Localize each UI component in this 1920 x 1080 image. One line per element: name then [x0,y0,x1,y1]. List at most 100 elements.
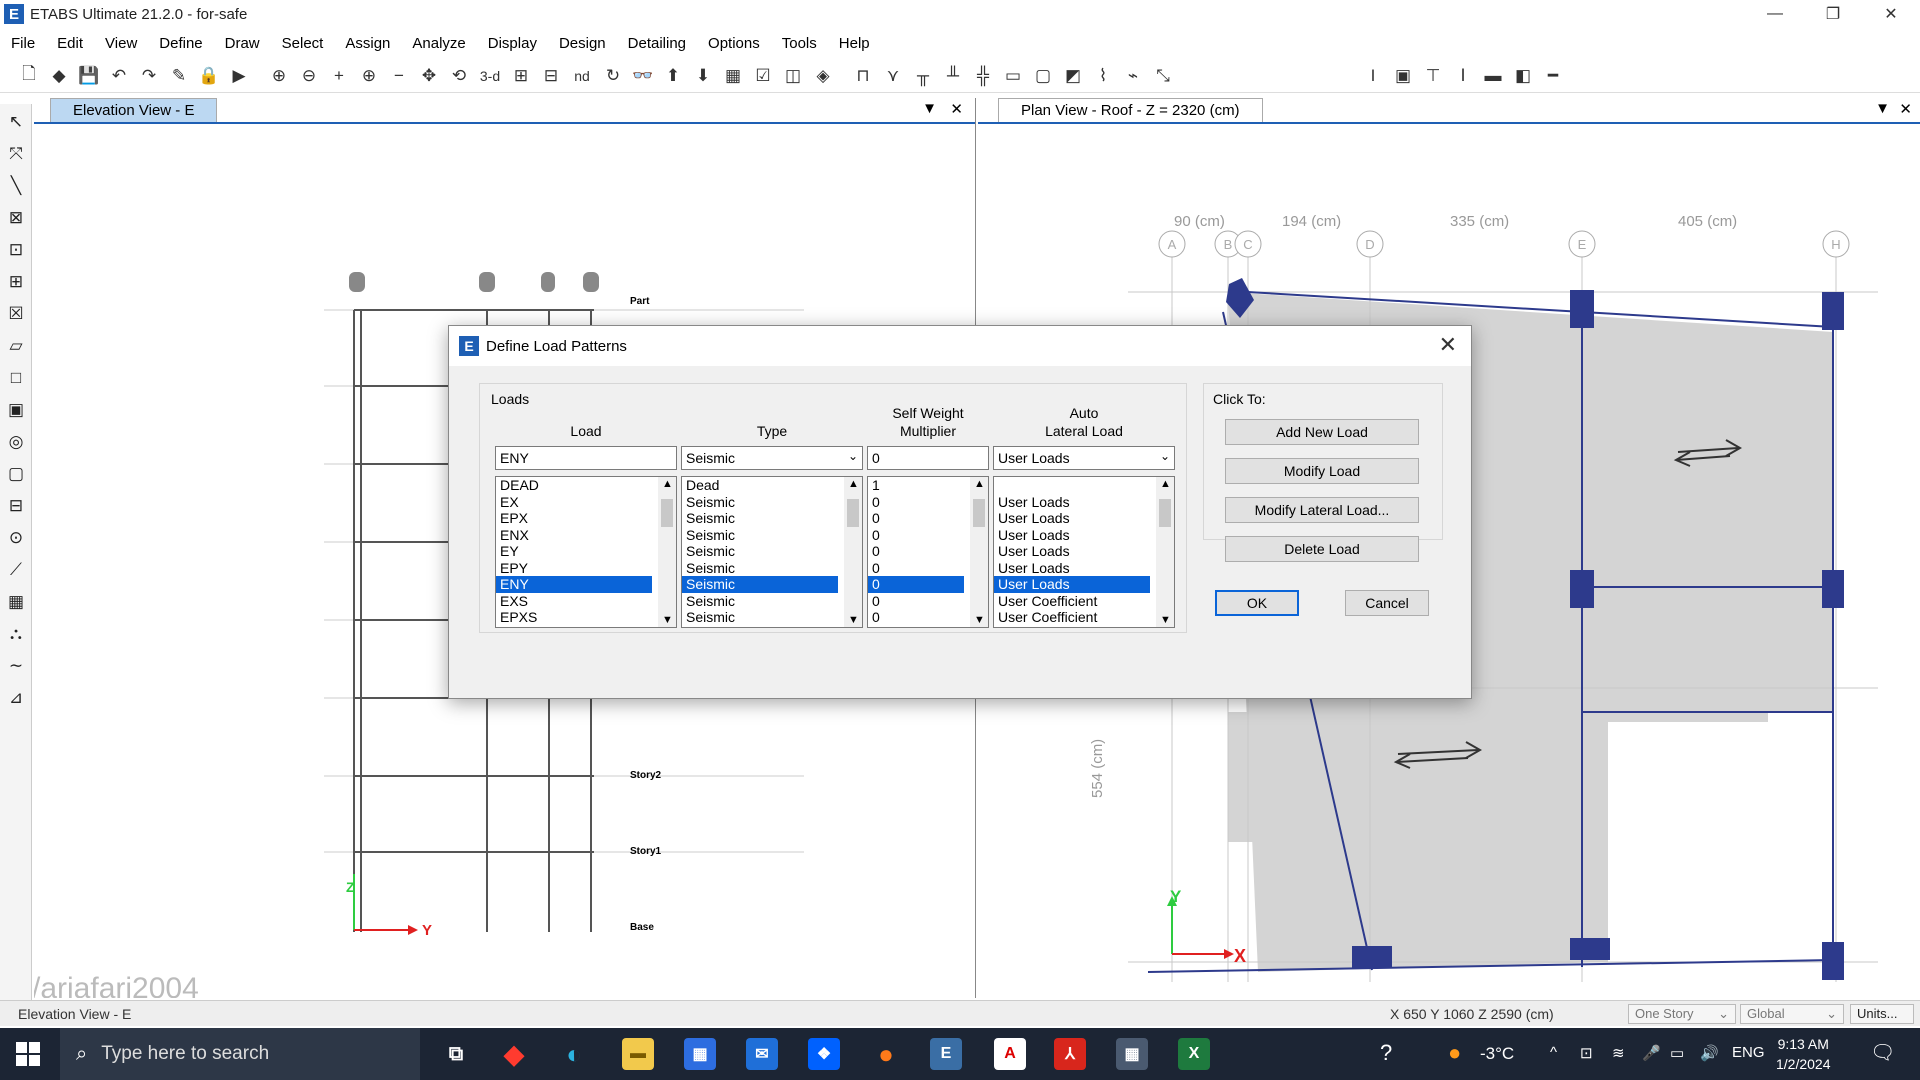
plan-view-icon[interactable]: ⊞ [508,63,534,89]
column-icon[interactable]: ╥ [910,63,936,89]
reshape-icon[interactable]: ⤧ [2,140,30,168]
list-item[interactable]: User Loads [994,560,1174,577]
three-d-view-button[interactable]: 3-d [476,63,504,89]
draw-wall-icon[interactable]: ▣ [2,396,30,424]
draw-grid-icon[interactable]: ▦ [2,588,30,616]
menu-define[interactable]: Define [148,35,213,52]
draw-link-icon[interactable]: ⟋ [2,556,30,584]
draw-slab-icon[interactable]: ▢ [2,460,30,488]
nd-view-button[interactable]: nd [568,63,596,89]
zoom-restore-icon[interactable]: ⊖ [296,63,322,89]
edge-icon[interactable]: ◐ [558,1038,590,1070]
dialog-close-button[interactable]: ✕ [1439,332,1457,358]
multiplier-list[interactable]: 1 0 0 0 0 0 0 0 0 ▲ ▼ [867,476,989,628]
menu-analyze[interactable]: Analyze [401,35,476,52]
link-icon[interactable]: ⌇ [1090,63,1116,89]
elevation-view-icon[interactable]: ⊟ [538,63,564,89]
draw-tendon-icon[interactable]: ⛬ [2,620,30,648]
area-icon[interactable]: ◩ [1060,63,1086,89]
column-section-icon[interactable]: ⊤ [1420,63,1446,89]
menu-detailing[interactable]: Detailing [617,35,697,52]
list-scrollbar[interactable]: ▲ ▼ [1156,477,1174,627]
list-item[interactable]: Seismic [682,609,862,626]
windows-start-icon[interactable] [16,1042,40,1066]
draw-rectangle-icon[interactable]: □ [2,364,30,392]
list-item[interactable]: Seismic [682,510,862,527]
list-item[interactable]: Seismic [682,494,862,511]
task-view-icon[interactable]: ⧉ [440,1038,472,1070]
draw-brace-icon[interactable]: ☒ [2,300,30,328]
elevation-view-tab[interactable]: Elevation View - E [50,98,218,122]
list-item[interactable]: Seismic [682,593,862,610]
beam-section-icon[interactable]: Ⅰ [1450,63,1476,89]
zoom-extents-icon[interactable]: ⊕ [356,63,382,89]
rotate-icon[interactable]: ⟲ [446,63,472,89]
draw-dimension-icon[interactable]: ⊿ [2,684,30,712]
refresh-icon[interactable]: ↻ [600,63,626,89]
list-item[interactable]: DEAD [496,477,676,494]
mail-icon[interactable]: ✉ [746,1038,778,1070]
menu-display[interactable]: Display [477,35,548,52]
slab-section-icon[interactable]: ▬ [1480,63,1506,89]
list-item[interactable]: EY [496,543,676,560]
delete-load-button[interactable]: Delete Load [1225,536,1419,562]
network-icon[interactable]: ≋ [1612,1044,1625,1062]
load-list[interactable]: DEAD EX EPX ENX EY EPY ENY EXS EPXS ▲ ▼ [495,476,677,628]
list-scrollbar[interactable]: ▲ ▼ [970,477,988,627]
scroll-up-icon[interactable]: ▲ [848,478,859,490]
pan-icon[interactable]: ✥ [416,63,442,89]
list-item[interactable]: EPXS [496,609,676,626]
anydesk-icon[interactable]: ◆ [498,1038,530,1070]
menu-tools[interactable]: Tools [771,35,828,52]
multiplier-input[interactable]: 0 [867,446,989,470]
scroll-down-icon[interactable]: ▼ [1160,614,1171,626]
object-shrink-icon[interactable]: ◈ [810,63,836,89]
ok-button[interactable]: OK [1215,590,1299,616]
spring-icon[interactable]: ⌁ [1120,63,1146,89]
move-up-icon[interactable]: ⬆ [660,63,686,89]
draw-line-icon[interactable]: ╲ [2,172,30,200]
plan-view-tab[interactable]: Plan View - Roof - Z = 2320 (cm) [998,98,1263,122]
etabs-taskbar-icon[interactable]: E [930,1038,962,1070]
list-item[interactable]: User Loads [994,510,1174,527]
volume-icon[interactable]: 🔊 [1700,1044,1719,1062]
calculator-icon[interactable]: ▦ [1116,1038,1148,1070]
pencil-icon[interactable]: ✎ [166,63,192,89]
menu-view[interactable]: View [94,35,148,52]
battery-icon[interactable]: ▭ [1670,1044,1684,1062]
draw-area-icon[interactable]: ▱ [2,332,30,360]
frame-icon[interactable]: ⊓ [850,63,876,89]
store-icon[interactable]: ▦ [684,1038,716,1070]
list-item[interactable]: Seismic [682,543,862,560]
list-item[interactable]: Seismic [682,560,862,577]
acrobat-icon[interactable]: ⅄ [1054,1038,1086,1070]
list-item-selected[interactable]: User Loads [994,576,1150,593]
microphone-icon[interactable]: 🎤 [1642,1044,1661,1062]
close-view-icon[interactable]: ✕ [950,100,963,118]
draw-point-icon[interactable]: ⊙ [2,524,30,552]
excel-icon[interactable]: X [1178,1038,1210,1070]
modify-lateral-load-button[interactable]: Modify Lateral Load... [1225,497,1419,523]
draw-panel-icon[interactable]: ⊟ [2,492,30,520]
list-item[interactable]: ENX [496,527,676,544]
auto-lateral-list[interactable]: User Loads User Loads User Loads User Lo… [993,476,1175,628]
list-item-selected[interactable]: 0 [868,576,964,593]
scroll-down-icon[interactable]: ▼ [662,614,673,626]
undo-icon[interactable]: ↶ [106,63,132,89]
slab-icon[interactable]: ▭ [1000,63,1026,89]
list-item-selected[interactable]: Seismic [682,576,838,593]
menu-edit[interactable]: Edit [46,35,94,52]
menu-help[interactable]: Help [828,35,881,52]
zoom-in-icon[interactable]: + [326,63,352,89]
save-icon[interactable]: 💾 [76,63,102,89]
text-cursor-icon[interactable]: I [1360,63,1386,89]
list-item[interactable]: User Loads [994,543,1174,560]
opening-icon[interactable]: ▢ [1030,63,1056,89]
tab-dropdown-icon[interactable]: ▼ [1875,100,1890,117]
list-scrollbar[interactable]: ▲ ▼ [844,477,862,627]
scroll-up-icon[interactable]: ▲ [974,478,985,490]
help-icon[interactable]: ? [1380,1040,1392,1066]
firefox-icon[interactable]: ● [870,1038,902,1070]
menu-draw[interactable]: Draw [214,35,271,52]
wall-section-icon[interactable]: ◧ [1510,63,1536,89]
